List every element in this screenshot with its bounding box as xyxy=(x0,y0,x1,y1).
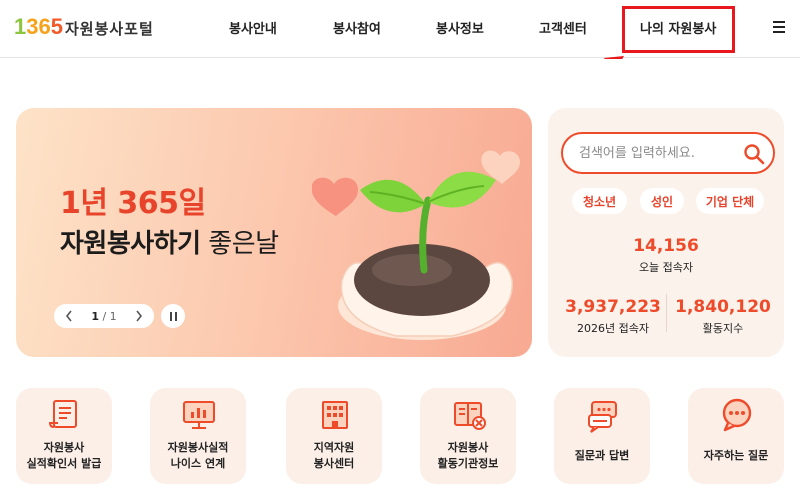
banner-title-rest: 좋은날 xyxy=(200,229,279,259)
filter-chip-adult[interactable]: 성인 xyxy=(640,188,684,214)
site-logo[interactable]: 1 36 5 자원봉사포털 xyxy=(14,14,154,42)
logo-text: 자원봉사포털 xyxy=(64,20,154,38)
quick-link-label: 자주하는 질문 xyxy=(703,449,769,462)
quick-link-label: 질문과 답변 xyxy=(574,449,630,462)
sprout-in-hands-illustration xyxy=(312,150,520,340)
quick-link-label: 지역자원 봉사센터 xyxy=(313,441,355,470)
side-panel: 청소년 성인 기업 단체 14,156 오늘 접속자 3,937,223 202… xyxy=(548,108,784,357)
search-icon[interactable] xyxy=(743,143,765,165)
logo-digit-5: 5 xyxy=(50,14,63,39)
slide-controls: 1 / 1 xyxy=(54,304,154,328)
search-box xyxy=(561,132,775,174)
nav-customer-center[interactable]: 고객센터 xyxy=(539,18,587,37)
today-visitors-label: 오늘 접속자 xyxy=(638,261,694,274)
building-icon xyxy=(322,401,348,429)
nav-volunteer-guide[interactable]: 봉사안내 xyxy=(229,18,277,37)
today-visitors-value: 14,156 xyxy=(633,236,699,256)
quick-link-neis[interactable]: 자원봉사실적 나이스 연계 xyxy=(150,388,246,484)
year-visitors-label: 2026년 접속자 xyxy=(577,322,649,335)
filter-chip-corporate-group[interactable]: 기업 단체 xyxy=(696,188,764,214)
quick-link-label: 자원봉사실적 나이스 연계 xyxy=(167,441,229,470)
nav-volunteer-participation[interactable]: 봉사참여 xyxy=(333,18,381,37)
filter-chip-youth[interactable]: 청소년 xyxy=(572,188,627,214)
banner-title-line1: 1년 365일 xyxy=(60,186,206,221)
hero-banner[interactable]: 1년 365일 자원봉사하기 좋은날 1 / 1 xyxy=(16,108,532,357)
quick-link-label: 자원봉사 실적확인서 발급 xyxy=(26,441,102,470)
active-count-value: 1,840,120 xyxy=(675,297,771,317)
banner-title-line2: 자원봉사하기 좋은날 xyxy=(60,223,279,260)
chat-bubbles-icon xyxy=(588,401,617,433)
banner-title-bold: 자원봉사하기 xyxy=(60,229,201,259)
quick-link-qna[interactable]: 질문과 답변 xyxy=(554,388,650,484)
quick-link-certificate[interactable]: 자원봉사 실적확인서 발급 xyxy=(16,388,112,484)
certificate-scroll-icon xyxy=(48,400,77,428)
pause-slide-icon[interactable] xyxy=(161,304,185,328)
prev-slide-icon[interactable] xyxy=(64,309,74,323)
active-count-label: 활동지수 xyxy=(702,322,744,335)
logo-digits-36: 36 xyxy=(26,14,51,39)
stats-divider xyxy=(666,294,667,332)
annotation-highlight-box xyxy=(622,6,735,53)
year-visitors-value: 3,937,223 xyxy=(565,297,661,317)
quick-link-local-center[interactable]: 지역자원 봉사센터 xyxy=(286,388,382,484)
monitor-chart-icon xyxy=(183,401,215,429)
search-input[interactable] xyxy=(579,144,739,162)
nav-volunteer-info[interactable]: 봉사정보 xyxy=(436,18,484,37)
info-book-icon xyxy=(454,402,486,430)
quick-link-label: 자원봉사 활동기관정보 xyxy=(437,441,499,470)
quick-link-org-info[interactable]: 자원봉사 활동기관정보 xyxy=(420,388,516,484)
next-slide-icon[interactable] xyxy=(134,309,144,323)
slide-counter: 1 / 1 xyxy=(91,309,117,323)
quick-link-faq[interactable]: 자주하는 질문 xyxy=(688,388,784,484)
logo-digit-1: 1 xyxy=(14,14,27,39)
speech-bubble-dots-icon xyxy=(722,398,752,432)
hamburger-menu-icon[interactable] xyxy=(773,21,785,33)
